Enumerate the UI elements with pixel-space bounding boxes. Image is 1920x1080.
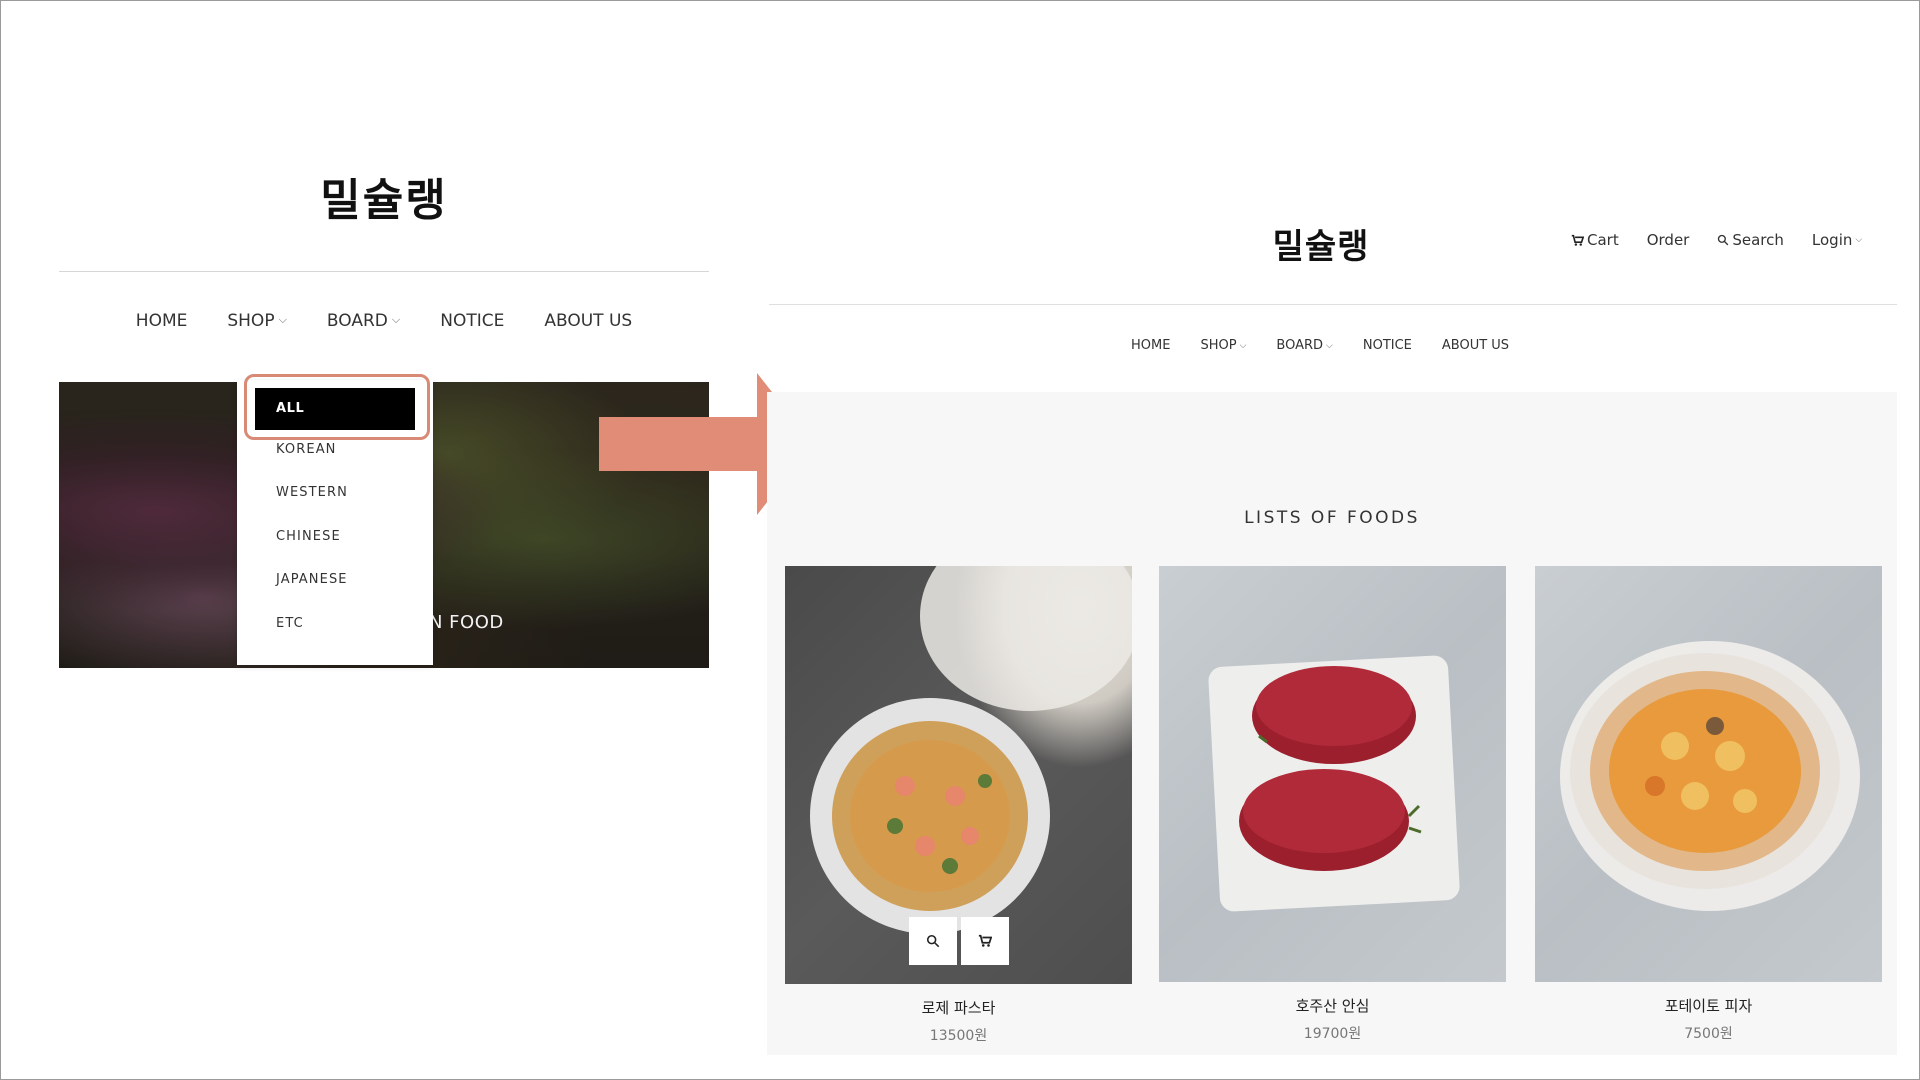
chevron-down-icon: ⌵ [1239, 340, 1247, 351]
header-divider [59, 271, 709, 272]
steak-illustration [1208, 655, 1460, 912]
header-divider [769, 304, 1897, 305]
nav-about-us[interactable]: ABOUT US [524, 311, 652, 331]
cart-label: Cart [1587, 231, 1619, 249]
nav-label: HOME [1131, 338, 1171, 353]
section-title: LISTS OF FOODS [1244, 508, 1420, 528]
nav-label: NOTICE [1362, 338, 1412, 353]
search-icon [926, 934, 940, 948]
product-image[interactable] [1535, 566, 1882, 982]
dropdown-item-chinese[interactable]: CHINESE [276, 529, 341, 544]
product-name[interactable]: 포테이토 피자 [1535, 995, 1882, 1016]
nav-label: ABOUT US [1441, 338, 1510, 353]
cart-icon [1571, 234, 1584, 246]
nav-label: HOME [135, 311, 188, 331]
add-to-cart-button[interactable] [961, 917, 1009, 965]
nav-label: SHOP [227, 311, 275, 331]
dropdown-item-japanese[interactable]: JAPANESE [276, 572, 348, 587]
pizza-illustration [1560, 641, 1860, 911]
chevron-down-icon: ⌵ [1326, 340, 1333, 351]
product-card[interactable]: 로제 파스타 13500원 [785, 566, 1132, 1045]
nav-label: NOTICE [440, 311, 505, 331]
nav-label: SHOP [1200, 338, 1237, 353]
highlight-annotation [244, 374, 430, 440]
card-actions [909, 917, 1009, 965]
product-card[interactable]: 포테이토 피자 7500원 [1535, 566, 1882, 1043]
nav-label: BOARD [1276, 338, 1324, 353]
search-link[interactable]: Search [1717, 231, 1784, 249]
dropdown-item-etc[interactable]: ETC [276, 616, 304, 631]
site-logo[interactable]: 밀슐랭 [1251, 219, 1391, 268]
main-nav: HOME SHOP ⌵ BOARD ⌵ NOTICE ABOUT US [1131, 338, 1509, 353]
product-card[interactable]: 호주산 안심 19700원 [1159, 566, 1506, 1043]
order-link[interactable]: Order [1647, 231, 1690, 249]
product-name[interactable]: 로제 파스타 [785, 997, 1132, 1018]
order-label: Order [1646, 231, 1690, 249]
nav-label: BOARD [326, 311, 388, 331]
product-price: 7500원 [1684, 1026, 1733, 1042]
chevron-down-icon: ⌵ [1855, 235, 1863, 245]
nav-board[interactable]: BOARD ⌵ [1276, 338, 1332, 353]
nav-shop[interactable]: SHOP ⌵ [207, 311, 307, 331]
nav-board[interactable]: BOARD ⌵ [307, 311, 420, 331]
product-price: 19700원 [1303, 1026, 1362, 1042]
product-image[interactable] [785, 566, 1132, 984]
nav-about-us[interactable]: ABOUT US [1442, 338, 1509, 353]
hero-caption: N FOOD [429, 612, 504, 633]
cart-icon [978, 934, 992, 947]
nav-home[interactable]: HOME [116, 311, 208, 331]
nav-notice[interactable]: NOTICE [420, 311, 524, 331]
quick-view-button[interactable] [909, 917, 957, 965]
product-name[interactable]: 호주산 안심 [1159, 995, 1506, 1016]
product-price: 13500원 [929, 1028, 988, 1044]
screenshot-frame: 밀슐랭 HOME SHOP ⌵ BOARD ⌵ NOTICE ABOUT US N … [0, 0, 1920, 1080]
utility-nav: Cart Order Search Login ⌵ [1571, 231, 1862, 249]
cart-link[interactable]: Cart [1571, 231, 1619, 249]
chevron-down-icon: ⌵ [391, 313, 401, 326]
nav-home[interactable]: HOME [1131, 338, 1170, 353]
site-logo[interactable]: 밀슐랭 [59, 164, 709, 228]
nav-notice[interactable]: NOTICE [1363, 338, 1412, 353]
login-link[interactable]: Login ⌵ [1812, 231, 1862, 249]
chevron-down-icon: ⌵ [278, 313, 287, 326]
dropdown-item-korean[interactable]: KOREAN [276, 442, 337, 457]
main-nav: HOME SHOP ⌵ BOARD ⌵ NOTICE ABOUT US [59, 311, 709, 331]
nav-label: ABOUT US [544, 311, 633, 331]
login-label: Login [1811, 231, 1853, 249]
search-label: Search [1732, 231, 1784, 249]
nav-shop[interactable]: SHOP ⌵ [1200, 338, 1246, 353]
dropdown-item-western[interactable]: WESTERN [276, 485, 348, 500]
product-image[interactable] [1159, 566, 1506, 982]
search-icon [1718, 234, 1729, 246]
product-section: LISTS OF FOODS 로제 파스타 13500원 호주산 안심 1970… [767, 392, 1897, 1055]
